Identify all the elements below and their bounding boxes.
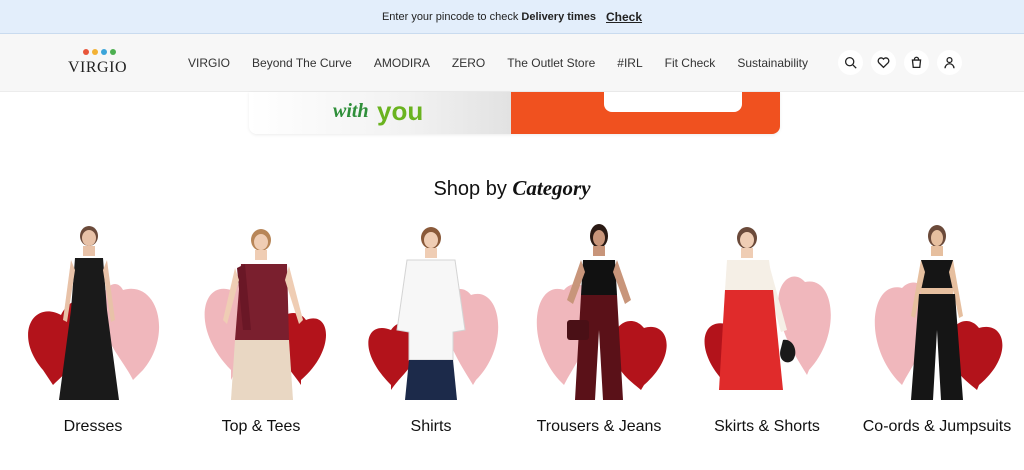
heading-plain-text: Shop by — [433, 178, 507, 200]
nav-item-fit-check[interactable]: Fit Check — [665, 56, 716, 70]
banner-you-text: you — [377, 96, 424, 126]
heading-accent-text: Category — [512, 176, 591, 200]
account-button[interactable] — [937, 50, 962, 75]
category-skirts-shorts-image — [704, 227, 831, 390]
category-coords-jumpsuits[interactable]: Co-ords & Jumpsuits — [863, 220, 1011, 450]
category-label: Skirts & Shorts — [714, 418, 820, 435]
category-label: Trousers & Jeans — [536, 418, 662, 435]
logo-text: VIRGIO — [68, 59, 127, 76]
category-trousers-jeans-image — [536, 224, 667, 400]
category-coords-jumpsuits-image — [874, 225, 1003, 400]
nav-item-virgio[interactable]: VIRGIO — [188, 56, 230, 70]
logo-dot — [83, 49, 89, 55]
category-shirts-image — [368, 227, 499, 400]
search-button[interactable] — [838, 50, 863, 75]
heart-icon — [877, 57, 890, 69]
main-nav: VIRGIO Beyond The Curve AMODIRA ZERO The… — [188, 34, 830, 92]
header-actions — [838, 50, 962, 75]
category-dresses-image — [28, 226, 160, 400]
category-dresses[interactable]: Dresses — [23, 220, 163, 450]
recap-banner[interactable]: with you — [249, 92, 780, 134]
pincode-message: Enter your pincode to check Delivery tim… — [382, 11, 596, 23]
shop-by-category-heading: Shop by Category — [0, 176, 1024, 201]
pincode-message-text: Enter your pincode to check — [381, 10, 519, 23]
logo-dot — [110, 49, 116, 55]
view-recap-button[interactable] — [604, 92, 742, 112]
banner-right — [511, 92, 780, 134]
category-skirts-shorts[interactable]: Skirts & Shorts — [697, 220, 837, 450]
category-label: Top & Tees — [221, 418, 301, 435]
nav-item-beyond-the-curve[interactable]: Beyond The Curve — [252, 56, 352, 70]
category-shirts[interactable]: Shirts — [361, 220, 501, 450]
nav-item-zero[interactable]: ZERO — [452, 56, 485, 70]
nav-item-outlet-store[interactable]: The Outlet Store — [507, 56, 595, 70]
bag-icon — [911, 56, 922, 69]
site-header: VIRGIO VIRGIO Beyond The Curve AMODIRA Z… — [0, 34, 1024, 92]
user-icon — [944, 56, 955, 69]
virgio-logo[interactable]: VIRGIO — [66, 49, 128, 79]
nav-item-irl[interactable]: #IRL — [617, 56, 642, 70]
wishlist-button[interactable] — [871, 50, 896, 75]
logo-dot — [101, 49, 107, 55]
category-label: Dresses — [63, 418, 123, 435]
check-pincode-link[interactable]: Check — [606, 10, 642, 24]
category-top-tees[interactable]: Top & Tees — [191, 220, 331, 450]
logo-dots — [83, 49, 116, 55]
search-icon — [844, 56, 857, 69]
banner-with-text: with — [333, 100, 369, 122]
category-label: Co-ords & Jumpsuits — [862, 418, 1012, 435]
nav-item-amodira[interactable]: AMODIRA — [374, 56, 430, 70]
cart-button[interactable] — [904, 50, 929, 75]
nav-item-sustainability[interactable]: Sustainability — [737, 56, 808, 70]
category-top-tees-image — [204, 229, 326, 400]
banner-left: with you — [249, 92, 511, 134]
category-label: Shirts — [410, 418, 452, 435]
pincode-bar: Enter your pincode to check Delivery tim… — [0, 0, 1024, 34]
pincode-message-bold: Delivery times — [521, 10, 596, 23]
category-trousers-jeans[interactable]: Trousers & Jeans — [529, 220, 669, 450]
logo-dot — [92, 49, 98, 55]
